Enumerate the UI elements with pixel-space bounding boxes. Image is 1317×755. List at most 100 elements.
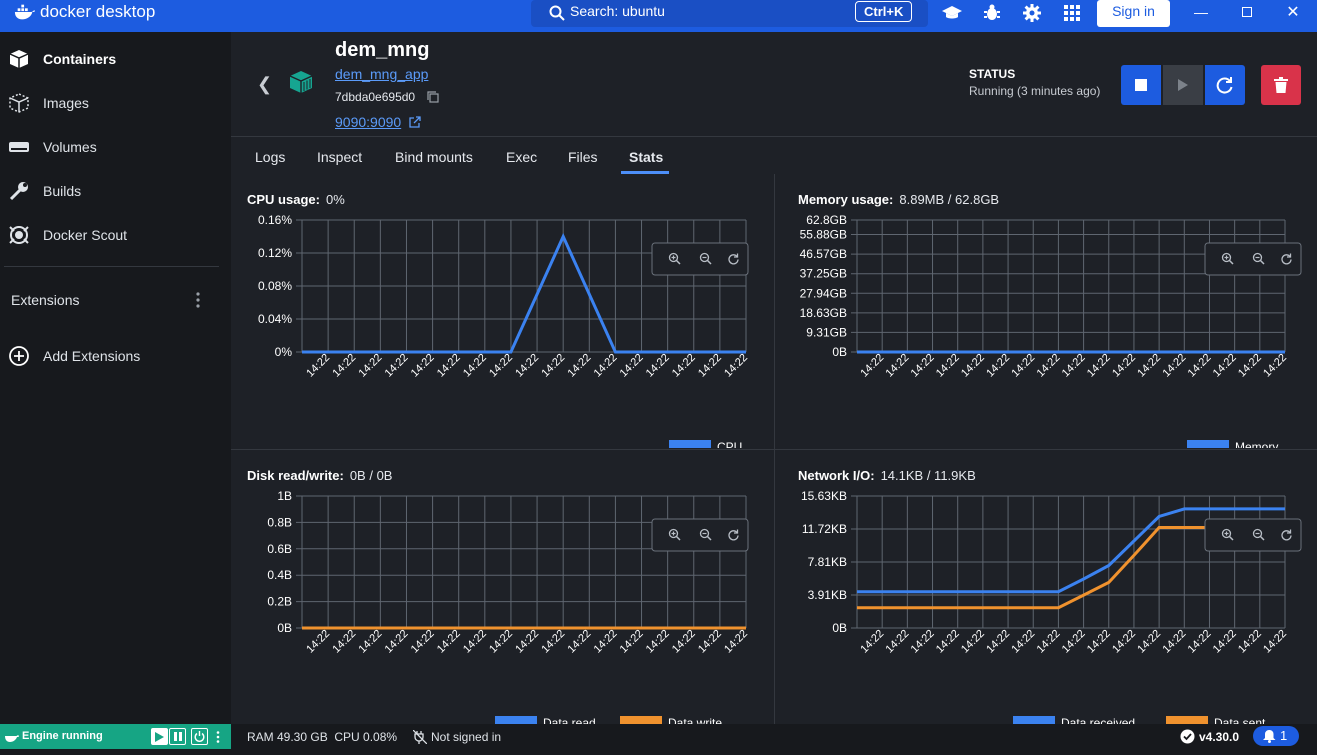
network-panel-title: Network I/O: 14.1KB / 11.9KB (798, 468, 976, 483)
play-icon (155, 731, 164, 742)
status-label: STATUS (969, 67, 1016, 81)
y-tick-label: 0.12% (258, 246, 292, 260)
y-tick-label: 0.2B (267, 595, 292, 609)
x-tick-label: 14:22 (696, 352, 724, 380)
y-tick-label: 0.6B (267, 542, 292, 556)
x-tick-label: 14:22 (1261, 352, 1289, 380)
x-tick-label: 14:22 (1035, 352, 1063, 380)
check-circle-icon (1180, 729, 1195, 744)
y-tick-label: 7.81KB (808, 555, 847, 569)
x-tick-label: 14:22 (1160, 352, 1188, 380)
x-tick-label: 14:22 (1186, 352, 1214, 380)
notification-count: 1 (1280, 728, 1288, 743)
x-tick-label: 14:22 (884, 628, 912, 656)
x-tick-label: 14:22 (1135, 352, 1163, 380)
x-tick-label: 14:22 (565, 352, 593, 380)
sign-in-button[interactable]: Sign in (1097, 0, 1170, 27)
active-tab-indicator (621, 171, 669, 174)
sidebar-item-builds[interactable]: Builds (0, 171, 231, 211)
restart-button[interactable] (1205, 65, 1245, 105)
tab-files[interactable]: Files (568, 149, 598, 165)
back-chevron-icon[interactable]: ❮ (257, 74, 272, 95)
cpu-value: 0% (325, 192, 345, 207)
sidebar-item-label: Containers (43, 51, 117, 67)
engine-status: Engine running (0, 724, 231, 749)
notifications-button[interactable]: 1 (1253, 726, 1299, 746)
y-tick-label: 0B (832, 621, 847, 635)
sidebar-item-docker-scout[interactable]: Docker Scout (0, 215, 231, 255)
legend-swatch (1166, 716, 1208, 724)
docker-whale-icon (14, 4, 36, 20)
ram-value: RAM 49.30 GB (247, 730, 328, 744)
images-icon (9, 93, 29, 113)
x-tick-label: 14:22 (984, 628, 1012, 656)
search-bar[interactable]: Search: ubuntu Ctrl+K (531, 0, 928, 27)
play-icon (1178, 79, 1188, 91)
zoom-toolbox-frame (1204, 242, 1302, 276)
troubleshoot-bug-icon[interactable] (981, 2, 1003, 24)
search-shortcut: Ctrl+K (855, 1, 913, 22)
close-icon[interactable]: ✕ (1270, 0, 1316, 24)
add-extensions-button[interactable]: Add Extensions (0, 336, 231, 376)
apps-grid-icon[interactable] (1061, 2, 1083, 24)
y-tick-label: 46.57GB (800, 247, 847, 261)
legend-swatch (495, 716, 537, 724)
y-tick-label: 0.16% (258, 213, 292, 227)
x-tick-label: 14:22 (1009, 628, 1037, 656)
zoom-toolbox (651, 242, 749, 276)
more-options-icon[interactable] (196, 292, 200, 308)
x-tick-label: 14:22 (1135, 628, 1163, 656)
y-tick-label: 11.72KB (802, 522, 847, 536)
x-tick-label: 14:22 (696, 628, 724, 656)
engine-play-button[interactable] (151, 728, 168, 745)
tab-bind-mounts[interactable]: Bind mounts (395, 149, 473, 165)
sidebar-item-images[interactable]: Images (0, 83, 231, 123)
engine-pause-button[interactable] (169, 728, 186, 745)
tab-inspect[interactable]: Inspect (317, 149, 362, 165)
start-button[interactable] (1163, 65, 1203, 105)
container-port-link[interactable]: 9090:9090 (335, 114, 401, 130)
title-bar: docker desktop Search: ubuntu Ctrl+K Sig… (0, 0, 1317, 32)
engine-power-button[interactable] (191, 728, 208, 745)
extensions-section: Extensions (0, 280, 231, 320)
sidebar-item-volumes[interactable]: Volumes (0, 127, 231, 167)
x-tick-label: 14:22 (592, 352, 620, 380)
copy-icon[interactable] (427, 91, 439, 103)
container-app-link[interactable]: dem_mng_app (335, 66, 428, 82)
engine-more-icon[interactable] (209, 728, 226, 745)
x-tick-label: 14:22 (304, 352, 332, 380)
containers-icon (9, 50, 29, 68)
settings-gear-icon[interactable] (1021, 2, 1043, 24)
x-tick-label: 14:22 (1160, 628, 1188, 656)
memory-label: Memory usage: (798, 192, 894, 207)
x-tick-label: 14:22 (618, 628, 646, 656)
legend-swatch (1187, 440, 1229, 448)
x-tick-label: 14:22 (383, 628, 411, 656)
x-tick-label: 14:22 (409, 628, 437, 656)
minimize-icon[interactable]: — (1178, 0, 1224, 24)
search-input[interactable]: Search: ubuntu (570, 3, 665, 19)
y-tick-label: 15.63KB (801, 489, 847, 503)
x-tick-label: 14:22 (1236, 352, 1264, 380)
sidebar-item-label: Images (43, 95, 89, 111)
external-link-icon[interactable] (409, 116, 421, 128)
tab-exec[interactable]: Exec (506, 149, 537, 165)
sidebar-item-containers[interactable]: Containers (0, 39, 231, 79)
x-tick-label: 14:22 (383, 352, 411, 380)
x-tick-label: 14:22 (461, 352, 489, 380)
stop-button[interactable] (1121, 65, 1161, 105)
tab-logs[interactable]: Logs (255, 149, 285, 165)
x-tick-label: 14:22 (1060, 352, 1088, 380)
tab-stats[interactable]: Stats (629, 149, 663, 165)
delete-button[interactable] (1261, 65, 1301, 105)
disk-value: 0B / 0B (349, 468, 393, 483)
x-tick-label: 14:22 (934, 352, 962, 380)
x-tick-label: 14:22 (1186, 628, 1214, 656)
maximize-icon[interactable] (1224, 0, 1270, 24)
x-tick-label: 14:22 (618, 352, 646, 380)
x-tick-label: 14:22 (644, 628, 672, 656)
learning-center-icon[interactable] (941, 2, 963, 24)
status-bar: Engine running RAM 49.30 GB CPU 0.08% No… (0, 724, 1317, 755)
volumes-icon (9, 142, 29, 152)
pause-icon (173, 732, 182, 741)
